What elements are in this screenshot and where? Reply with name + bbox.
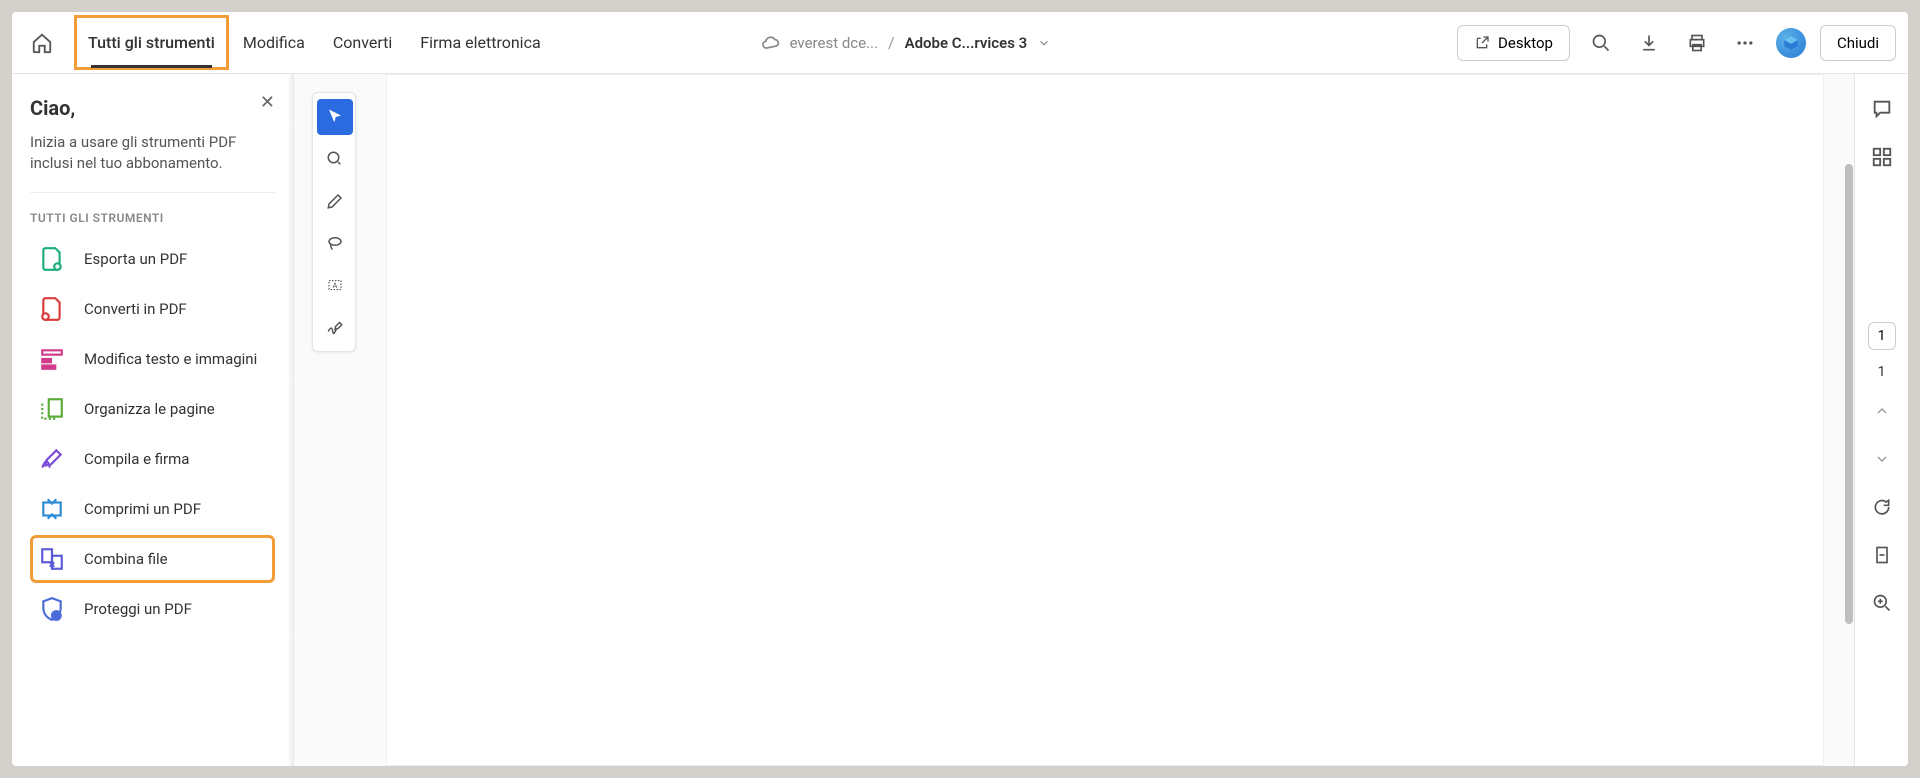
close-button[interactable]: Chiudi [1820,25,1896,61]
more-button[interactable] [1728,26,1762,60]
download-icon [1639,33,1659,53]
export-pdf-icon [38,245,66,273]
sidebar-greeting: Ciao, [30,96,275,120]
tool-fill-sign[interactable]: Compila e firma [30,435,275,483]
highlight-tool[interactable] [317,183,353,219]
svg-text:A: A [333,281,338,290]
grid-icon [1871,146,1893,168]
textbox-icon: A [326,276,344,294]
vertical-scrollbar[interactable] [1845,164,1853,624]
rotate-button[interactable] [1865,490,1899,524]
chevron-up-icon [1874,403,1890,419]
cursor-icon [326,108,344,126]
document-area: A [294,74,1854,766]
page-input[interactable]: 1 [1868,322,1896,350]
draw-tool[interactable] [317,225,353,261]
tool-label: Combina file [84,550,168,568]
tool-label: Converti in PDF [84,300,187,318]
fill-sign-icon [38,445,66,473]
tool-export-pdf[interactable]: Esporta un PDF [30,235,275,283]
print-icon [1687,33,1707,53]
comment-icon [1871,98,1893,120]
tool-label: Comprimi un PDF [84,500,201,518]
organize-pages-icon [38,395,66,423]
page-up-button[interactable] [1865,394,1899,428]
tool-list: Esporta un PDF Converti in PDF Modifica … [30,235,275,633]
select-tool[interactable] [317,99,353,135]
user-avatar[interactable] [1776,28,1806,58]
tool-convert-pdf[interactable]: Converti in PDF [30,285,275,333]
tool-combine-files[interactable]: Combina file [30,535,275,583]
lasso-icon [326,234,344,252]
main-area: ✕ Ciao, Inizia a usare gli strumenti PDF… [12,74,1908,766]
breadcrumb-folder[interactable]: everest dce... [790,34,878,52]
compress-pdf-icon [38,495,66,523]
app-window: Tutti gli strumenti Modifica Converti Fi… [12,12,1908,766]
nav-tab-edit[interactable]: Modifica [229,15,319,70]
more-horizontal-icon [1735,33,1755,53]
open-external-icon [1474,35,1490,51]
nav-tab-esign[interactable]: Firma elettronica [406,15,554,70]
nav-tabs: Tutti gli strumenti Modifica Converti Fi… [74,15,555,70]
download-button[interactable] [1632,26,1666,60]
text-callout-tool[interactable] [317,141,353,177]
topbar-right: Desktop Chiudi [1457,25,1896,61]
zoom-button[interactable] [1865,586,1899,620]
sidebar-subtext: Inizia a usare gli strumenti PDF inclusi… [30,132,275,193]
convert-pdf-icon [38,295,66,323]
comments-panel-button[interactable] [1865,92,1899,126]
edit-text-icon [38,345,66,373]
textbox-tool[interactable]: A [317,267,353,303]
protect-pdf-icon [38,595,66,623]
tool-edit-text[interactable]: Modifica testo e immagini [30,335,275,383]
tool-label: Compila e firma [84,450,189,468]
tool-label: Esporta un PDF [84,250,187,268]
pencil-icon [326,192,344,210]
desktop-button[interactable]: Desktop [1457,25,1570,61]
tools-sidebar: ✕ Ciao, Inizia a usare gli strumenti PDF… [12,74,294,766]
breadcrumb: everest dce... / Adobe C...rvices 3 [760,33,1052,53]
page-fit-button[interactable] [1865,538,1899,572]
tool-label: Organizza le pagine [84,400,215,418]
search-icon [1591,33,1611,53]
thumbnails-panel-button[interactable] [1865,140,1899,174]
combine-files-icon [38,545,66,573]
avatar-icon [1782,34,1800,52]
tool-label: Modifica testo e immagini [84,350,257,368]
sidebar-section-label: TUTTI GLI STRUMENTI [30,211,275,225]
tool-organize-pages[interactable]: Organizza le pagine [30,385,275,433]
page-total: 1 [1878,364,1886,380]
print-button[interactable] [1680,26,1714,60]
nav-tab-convert[interactable]: Converti [319,15,406,70]
signature-tool[interactable] [317,309,353,345]
nav-tab-all-tools[interactable]: Tutti gli strumenti [74,15,229,70]
page-down-button[interactable] [1865,442,1899,476]
right-rail: 1 1 [1854,74,1908,766]
annotation-tool-rail: A [312,92,356,352]
desktop-button-label: Desktop [1498,34,1553,52]
tool-label: Proteggi un PDF [84,600,192,618]
chevron-down-icon [1874,451,1890,467]
top-bar: Tutti gli strumenti Modifica Converti Fi… [12,12,1908,74]
tool-protect-pdf[interactable]: Proteggi un PDF [30,585,275,633]
cloud-icon [760,33,780,53]
document-page[interactable] [386,74,1824,766]
tool-compress-pdf[interactable]: Comprimi un PDF [30,485,275,533]
chevron-down-icon[interactable] [1037,36,1051,50]
rotate-icon [1872,497,1892,517]
signature-icon [326,318,344,336]
sidebar-close-button[interactable]: ✕ [260,92,275,113]
content-area: A 1 1 [294,74,1908,766]
search-button[interactable] [1584,26,1618,60]
page-fit-icon [1872,545,1892,565]
sidebar-scroll-indicator [287,74,293,766]
home-icon [31,32,53,54]
breadcrumb-separator: / [888,33,895,52]
breadcrumb-file[interactable]: Adobe C...rvices 3 [905,34,1028,52]
zoom-in-icon [1872,593,1892,613]
callout-icon [326,150,344,168]
home-button[interactable] [24,25,60,61]
